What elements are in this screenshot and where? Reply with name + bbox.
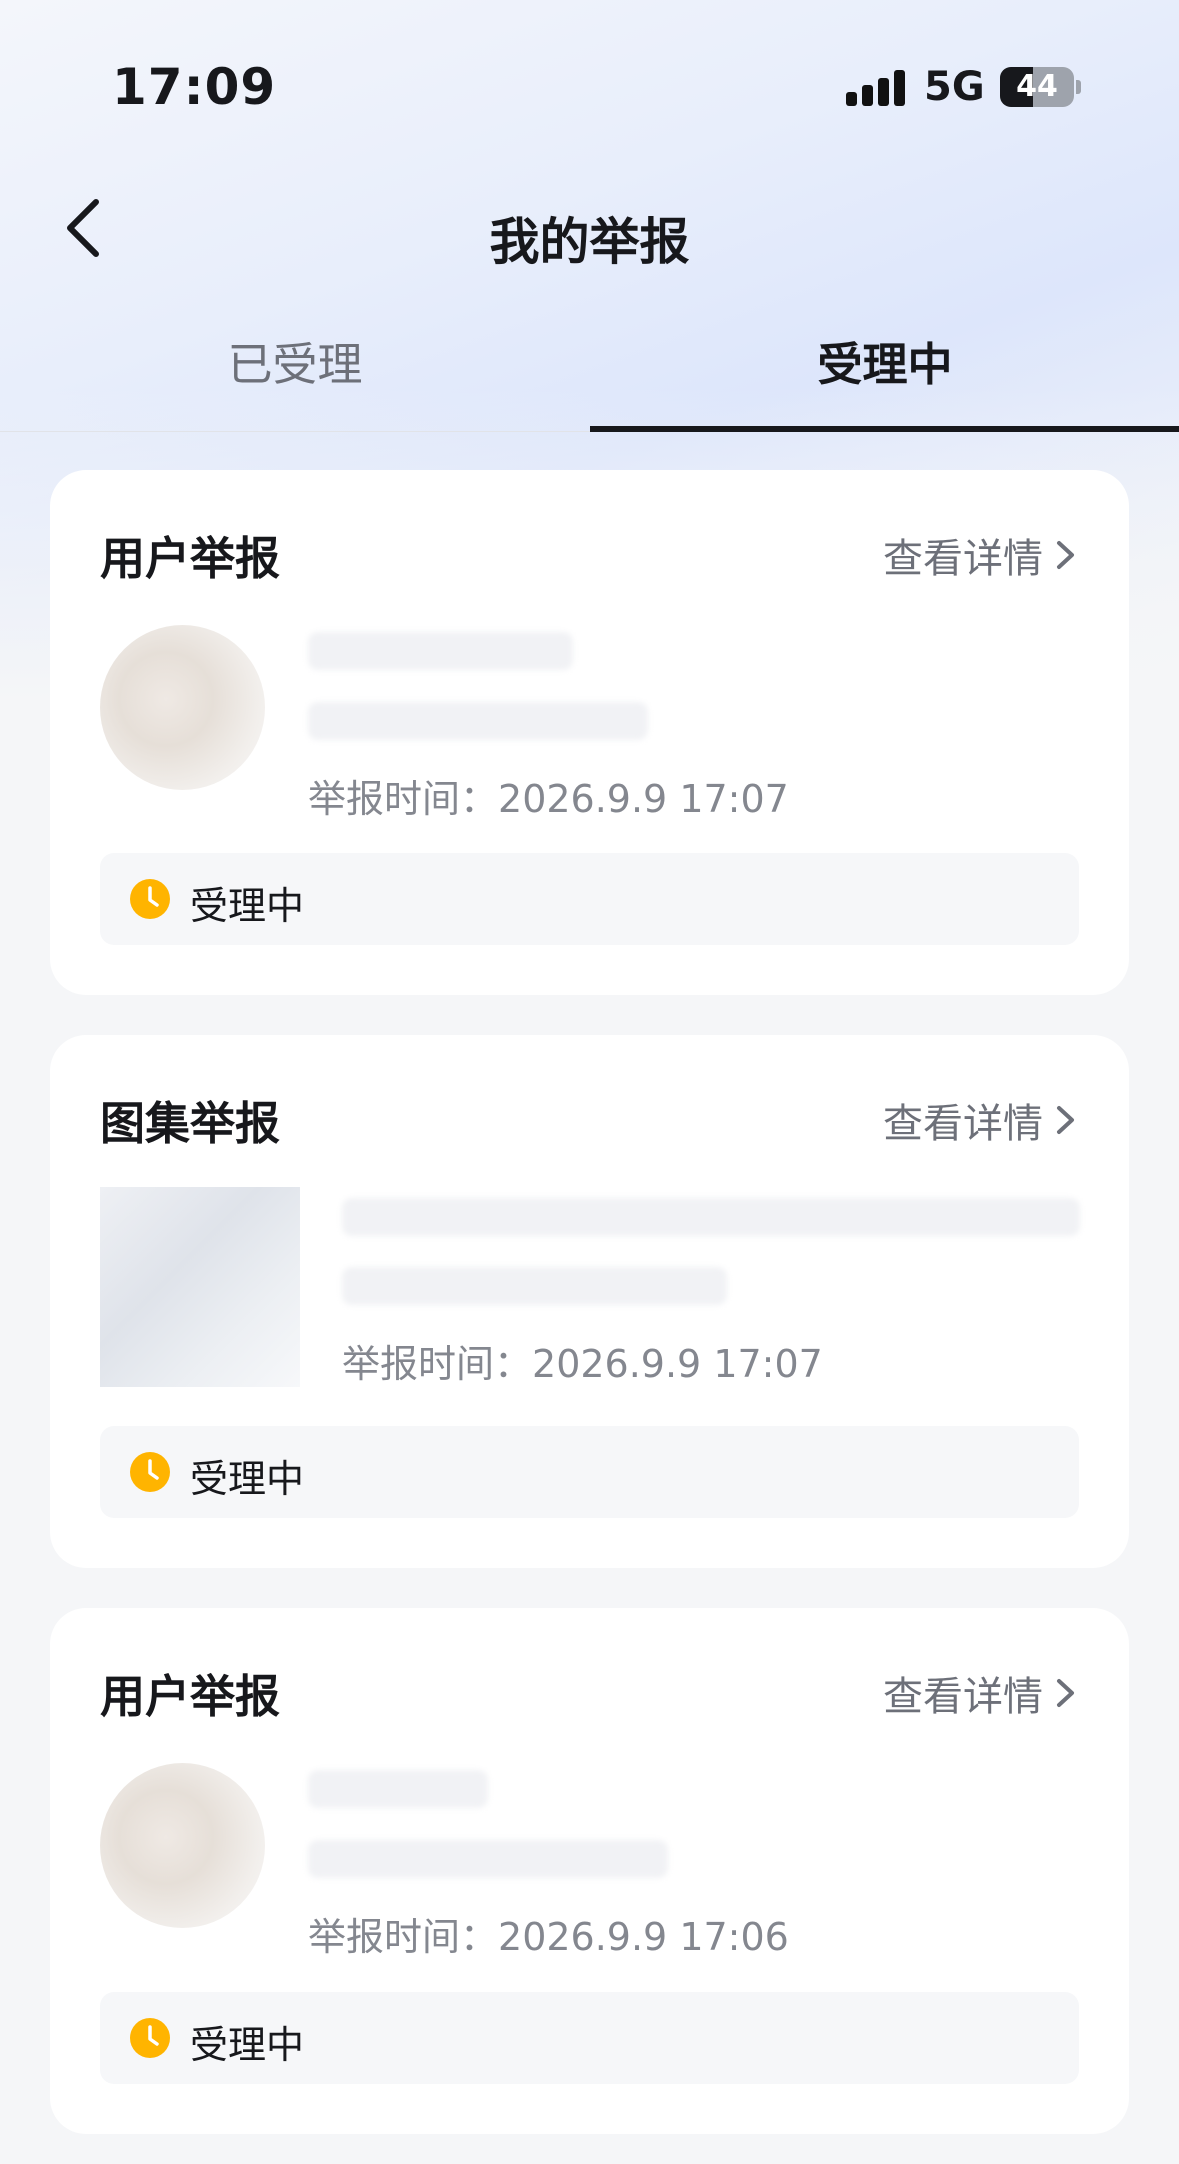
blurred-reason <box>308 702 648 740</box>
view-details-label: 查看详情 <box>883 1101 1043 1147</box>
tab-indicator <box>590 426 1179 432</box>
report-time: 举报时间：2026.9.9 17:06 <box>308 1906 789 1961</box>
page-title: 我的举报 <box>489 213 690 271</box>
tab-processing[interactable]: 受理中 <box>590 320 1179 432</box>
view-details-link[interactable]: 查看详情 <box>883 1664 1079 1722</box>
blurred-reason <box>342 1267 727 1305</box>
status-box: 受理中 <box>100 1426 1079 1518</box>
report-card[interactable]: 用户举报 查看详情 举报时间：2026.9.9 17:07 受理中 <box>50 470 1129 995</box>
clock-icon <box>130 1452 170 1492</box>
blurred-name <box>308 632 573 670</box>
report-type: 用户举报 <box>100 1670 281 1723</box>
battery-icon: 44 <box>1000 67 1074 107</box>
blurred-title <box>342 1198 1080 1236</box>
reported-avatar <box>100 1763 265 1928</box>
report-time-value: 2026.9.9 17:07 <box>532 1342 823 1386</box>
status-label: 受理中 <box>190 1457 305 1501</box>
nav-bar: 我的举报 <box>0 180 1179 280</box>
signal-icon <box>846 70 906 106</box>
view-details-label: 查看详情 <box>883 1674 1043 1720</box>
tab-accepted[interactable]: 已受理 <box>0 320 590 432</box>
reported-avatar <box>100 625 265 790</box>
status-bar: 17:09 5G 44 <box>0 0 1179 150</box>
view-details-link[interactable]: 查看详情 <box>883 1091 1079 1149</box>
chevron-right-icon <box>1053 1100 1079 1140</box>
report-type: 用户举报 <box>100 532 281 585</box>
blurred-reason <box>308 1840 668 1878</box>
chevron-right-icon <box>1053 1673 1079 1713</box>
status-box: 受理中 <box>100 853 1079 945</box>
status-box: 受理中 <box>100 1992 1079 2084</box>
view-details-label: 查看详情 <box>883 536 1043 582</box>
clock-icon <box>130 879 170 919</box>
chevron-right-icon <box>1053 535 1079 575</box>
report-time-label: 举报时间： <box>342 1342 533 1386</box>
view-details-link[interactable]: 查看详情 <box>883 526 1079 584</box>
blurred-name <box>308 1770 488 1808</box>
report-type: 图集举报 <box>100 1097 281 1150</box>
reported-image <box>100 1187 300 1387</box>
status-time: 17:09 <box>112 58 277 116</box>
report-time: 举报时间：2026.9.9 17:07 <box>342 1333 823 1388</box>
report-card[interactable]: 图集举报 查看详情 举报时间：2026.9.9 17:07 受理中 <box>50 1035 1129 1568</box>
report-time: 举报时间：2026.9.9 17:07 <box>308 768 789 823</box>
network-type: 5G <box>924 64 985 110</box>
battery-level: 44 <box>1016 69 1058 104</box>
report-time-value: 2026.9.9 17:06 <box>498 1915 789 1959</box>
status-label: 受理中 <box>190 2023 305 2067</box>
report-time-value: 2026.9.9 17:07 <box>498 777 789 821</box>
status-label: 受理中 <box>190 884 305 928</box>
report-time-label: 举报时间： <box>308 777 499 821</box>
clock-icon <box>130 2018 170 2058</box>
tab-bar: 已受理 受理中 <box>0 320 1179 432</box>
report-card[interactable]: 用户举报 查看详情 举报时间：2026.9.9 17:06 受理中 <box>50 1608 1129 2134</box>
report-time-label: 举报时间： <box>308 1915 499 1959</box>
battery-cap <box>1076 80 1081 94</box>
